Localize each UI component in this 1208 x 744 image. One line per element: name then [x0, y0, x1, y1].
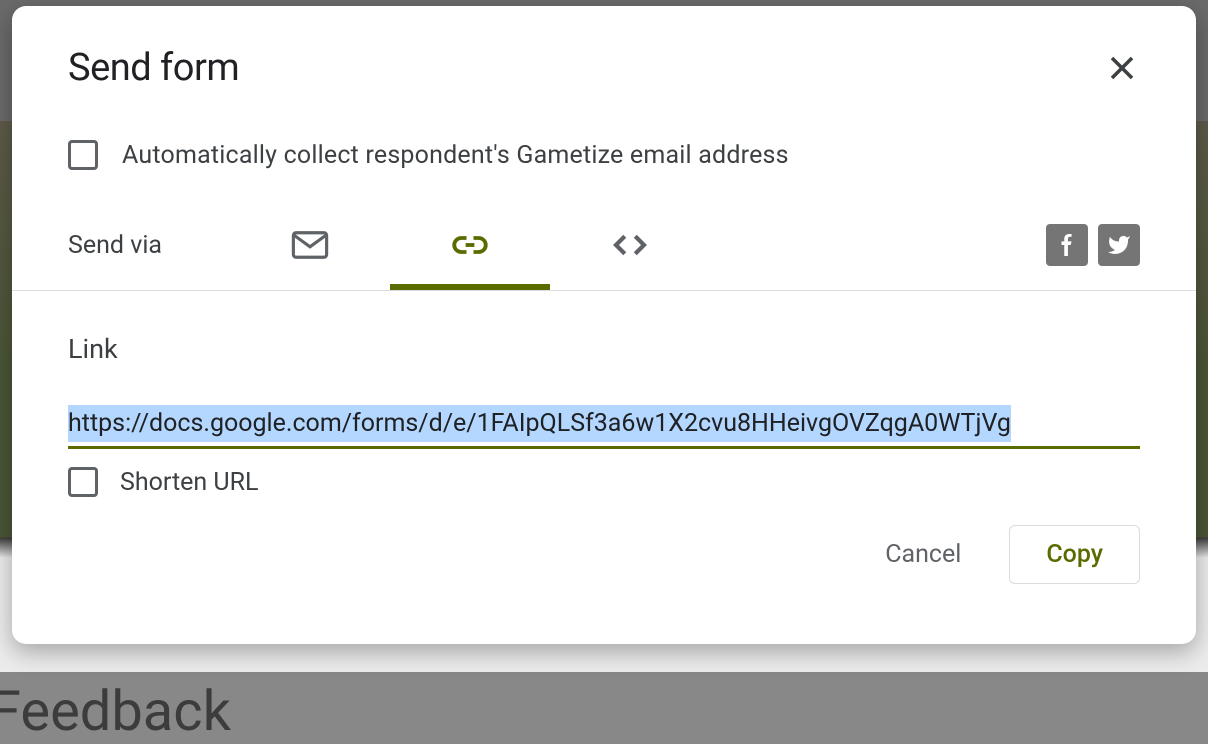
shorten-url-label: Shorten URL [120, 468, 258, 497]
send-via-label: Send via [68, 231, 162, 260]
twitter-share-button[interactable] [1098, 224, 1140, 266]
send-via-embed-tab[interactable] [550, 218, 710, 272]
twitter-icon [1107, 233, 1131, 257]
cancel-button[interactable]: Cancel [867, 528, 979, 581]
collect-email-row: Automatically collect respondent's Gamet… [12, 90, 1196, 170]
background-page-title: Feedback [0, 678, 231, 744]
send-via-link-tab[interactable] [390, 218, 550, 272]
modal-title: Send form [68, 46, 239, 90]
collect-email-checkbox[interactable] [68, 140, 98, 170]
close-icon [1107, 53, 1137, 83]
link-url-input[interactable] [68, 405, 1140, 449]
shorten-url-checkbox[interactable] [68, 467, 98, 497]
facebook-icon [1056, 234, 1078, 256]
shorten-url-row: Shorten URL [68, 467, 1140, 497]
close-button[interactable] [1104, 50, 1140, 86]
send-via-row: Send via [12, 170, 1196, 290]
modal-header: Send form [12, 6, 1196, 90]
collect-email-label: Automatically collect respondent's Gamet… [122, 141, 789, 170]
facebook-share-button[interactable] [1046, 224, 1088, 266]
email-icon [289, 224, 331, 266]
copy-button[interactable]: Copy [1009, 525, 1140, 584]
send-via-email-tab[interactable] [230, 218, 390, 272]
social-share-group [1046, 224, 1140, 266]
embed-icon [609, 224, 651, 266]
link-field-wrapper: https://docs.google.com/forms/d/e/1FAIpQ… [68, 405, 1140, 449]
modal-footer: Cancel Copy [12, 507, 1196, 614]
link-icon [449, 224, 491, 266]
link-section-label: Link [68, 333, 1140, 365]
send-form-modal: Send form Automatically collect responde… [12, 6, 1196, 644]
link-section: Link https://docs.google.com/forms/d/e/1… [12, 291, 1196, 497]
send-method-tabs [230, 218, 710, 272]
